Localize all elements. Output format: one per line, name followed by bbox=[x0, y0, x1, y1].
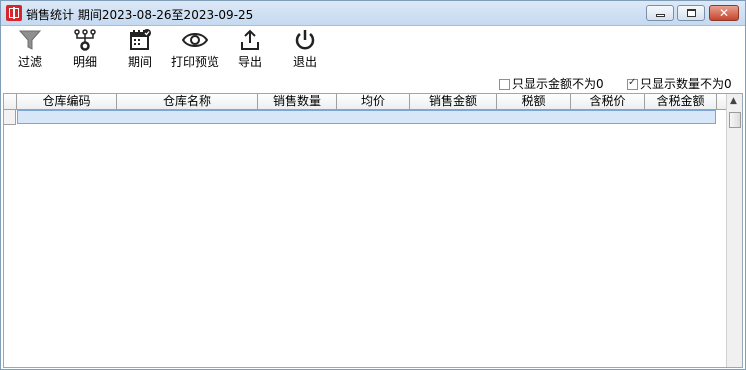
column-header[interactable]: 销售金额 bbox=[410, 94, 497, 109]
minimize-icon bbox=[656, 14, 665, 17]
nonzero-amount-checkbox[interactable] bbox=[499, 79, 510, 90]
column-header[interactable]: 仓库编码 bbox=[17, 94, 117, 109]
filter-icon bbox=[18, 30, 42, 50]
main-window: 销售统计 期间2023-08-26至2023-09-25 ✕ 过滤 明细 期间 … bbox=[0, 0, 746, 370]
grid-header: 仓库编码 仓库名称 销售数量 均价 销售金额 税额 含税价 含税金额 bbox=[4, 94, 726, 110]
detail-button[interactable]: 明细 bbox=[68, 26, 102, 70]
table-row[interactable] bbox=[17, 110, 716, 124]
power-icon bbox=[295, 30, 315, 50]
column-header[interactable]: 含税金额 bbox=[645, 94, 717, 109]
print-preview-label: 打印预览 bbox=[170, 55, 219, 69]
vertical-scrollbar[interactable]: ▲ bbox=[726, 94, 742, 367]
column-header[interactable]: 含税价 bbox=[571, 94, 645, 109]
app-icon bbox=[6, 5, 22, 21]
export-icon bbox=[241, 29, 259, 50]
close-button[interactable]: ✕ bbox=[709, 5, 739, 21]
exit-button[interactable]: 退出 bbox=[288, 26, 322, 70]
eye-icon bbox=[182, 33, 208, 47]
title-bar: 销售统计 期间2023-08-26至2023-09-25 ✕ bbox=[1, 1, 745, 26]
nonzero-qty-option[interactable]: 只显示数量不为0 bbox=[627, 75, 732, 91]
nonzero-qty-label: 只显示数量不为0 bbox=[640, 77, 732, 91]
column-header[interactable]: 销售数量 bbox=[258, 94, 337, 109]
column-header[interactable]: 均价 bbox=[337, 94, 410, 109]
header-corner bbox=[4, 94, 17, 109]
scroll-thumb[interactable] bbox=[729, 112, 741, 128]
window-title: 销售统计 期间2023-08-26至2023-09-25 bbox=[26, 8, 254, 22]
toolbar: 过滤 明细 期间 打印预览 导出 退出 bbox=[1, 26, 745, 72]
column-header[interactable]: 仓库名称 bbox=[117, 94, 258, 109]
maximize-button[interactable] bbox=[677, 5, 705, 21]
print-preview-button[interactable]: 打印预览 bbox=[169, 26, 221, 70]
filter-label: 过滤 bbox=[17, 55, 42, 69]
filter-button[interactable]: 过滤 bbox=[13, 26, 47, 70]
export-button[interactable]: 导出 bbox=[233, 26, 267, 70]
period-button[interactable]: 期间 bbox=[123, 26, 157, 70]
detail-label: 明细 bbox=[72, 55, 97, 69]
scroll-up-icon[interactable]: ▲ bbox=[730, 96, 737, 106]
nonzero-amount-label: 只显示金额不为0 bbox=[512, 77, 604, 91]
calendar-icon bbox=[130, 29, 151, 50]
detail-tree-icon bbox=[74, 29, 96, 51]
sales-grid[interactable]: 仓库编码 仓库名称 销售数量 均价 销售金额 税额 含税价 含税金额 ▲ bbox=[3, 93, 743, 368]
period-label: 期间 bbox=[127, 55, 152, 69]
nonzero-amount-option[interactable]: 只显示金额不为0 bbox=[499, 75, 604, 91]
export-label: 导出 bbox=[237, 55, 262, 69]
maximize-icon bbox=[687, 9, 696, 17]
close-icon: ✕ bbox=[719, 6, 730, 20]
column-header[interactable]: 税额 bbox=[497, 94, 571, 109]
row-indicator[interactable] bbox=[4, 110, 16, 125]
exit-label: 退出 bbox=[292, 55, 317, 69]
minimize-button[interactable] bbox=[646, 5, 674, 21]
nonzero-qty-checkbox[interactable] bbox=[627, 77, 638, 90]
